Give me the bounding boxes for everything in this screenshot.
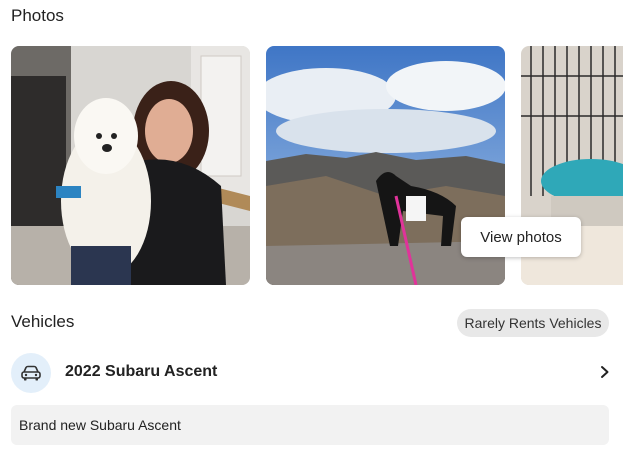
vehicle-name: 2022 Subaru Ascent (65, 363, 218, 380)
vehicles-heading: Vehicles (11, 312, 75, 331)
rental-frequency-badge: Rarely Rents Vehicles (457, 309, 609, 337)
vehicle-description: Brand new Subaru Ascent (11, 405, 609, 445)
photo-woman-with-white-dog (11, 46, 250, 285)
vehicle-item[interactable]: 2022 Subaru Ascent (11, 352, 611, 394)
photo-thumbnail[interactable] (11, 46, 250, 285)
chevron-right-icon (601, 366, 609, 378)
view-photos-button[interactable]: View photos (461, 217, 581, 257)
car-icon (11, 353, 51, 393)
photos-heading: Photos (11, 6, 64, 25)
